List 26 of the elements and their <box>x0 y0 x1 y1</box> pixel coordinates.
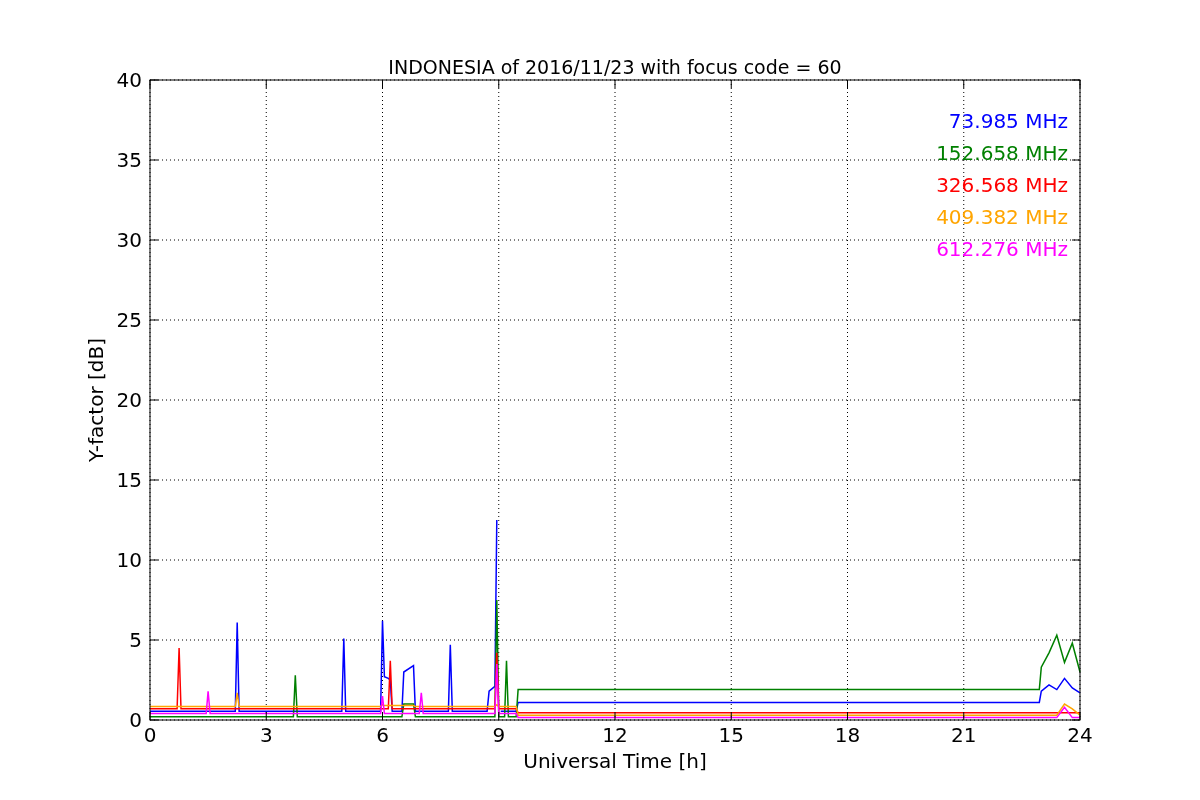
y-tick-label: 15 <box>116 468 142 492</box>
legend-label: 152.658 MHz <box>936 141 1068 165</box>
y-tick-label: 30 <box>116 228 142 252</box>
legend-label: 409.382 MHz <box>936 205 1068 229</box>
legend-label: 612.276 MHz <box>936 237 1068 261</box>
chart-title: INDONESIA of 2016/11/23 with focus code = 60 <box>388 56 842 78</box>
legend-label: 73.985 MHz <box>948 109 1068 133</box>
x-axis-label: Universal Time [h] <box>523 749 707 773</box>
x-tick-label: 9 <box>492 723 506 747</box>
x-tick-label: 18 <box>834 723 861 747</box>
x-tick-label: 21 <box>951 723 977 747</box>
y-tick-label: 25 <box>116 308 142 332</box>
y-tick-label: 10 <box>116 548 142 572</box>
y-tick-label: 5 <box>129 628 142 652</box>
x-tick-label: 15 <box>718 723 744 747</box>
x-tick-label: 6 <box>376 723 389 747</box>
x-tick-label: 24 <box>1067 723 1093 747</box>
x-tick-label: 0 <box>143 723 157 747</box>
y-axis-label: Y-factor [dB] <box>84 338 108 462</box>
x-tick-label: 3 <box>259 723 273 747</box>
y-tick-label: 40 <box>116 68 142 92</box>
y-tick-label: 0 <box>129 708 142 732</box>
y-tick-label: 20 <box>116 388 142 412</box>
y-tick-label: 35 <box>116 148 142 172</box>
x-tick-label: 12 <box>602 723 628 747</box>
legend-label: 326.568 MHz <box>936 173 1068 197</box>
